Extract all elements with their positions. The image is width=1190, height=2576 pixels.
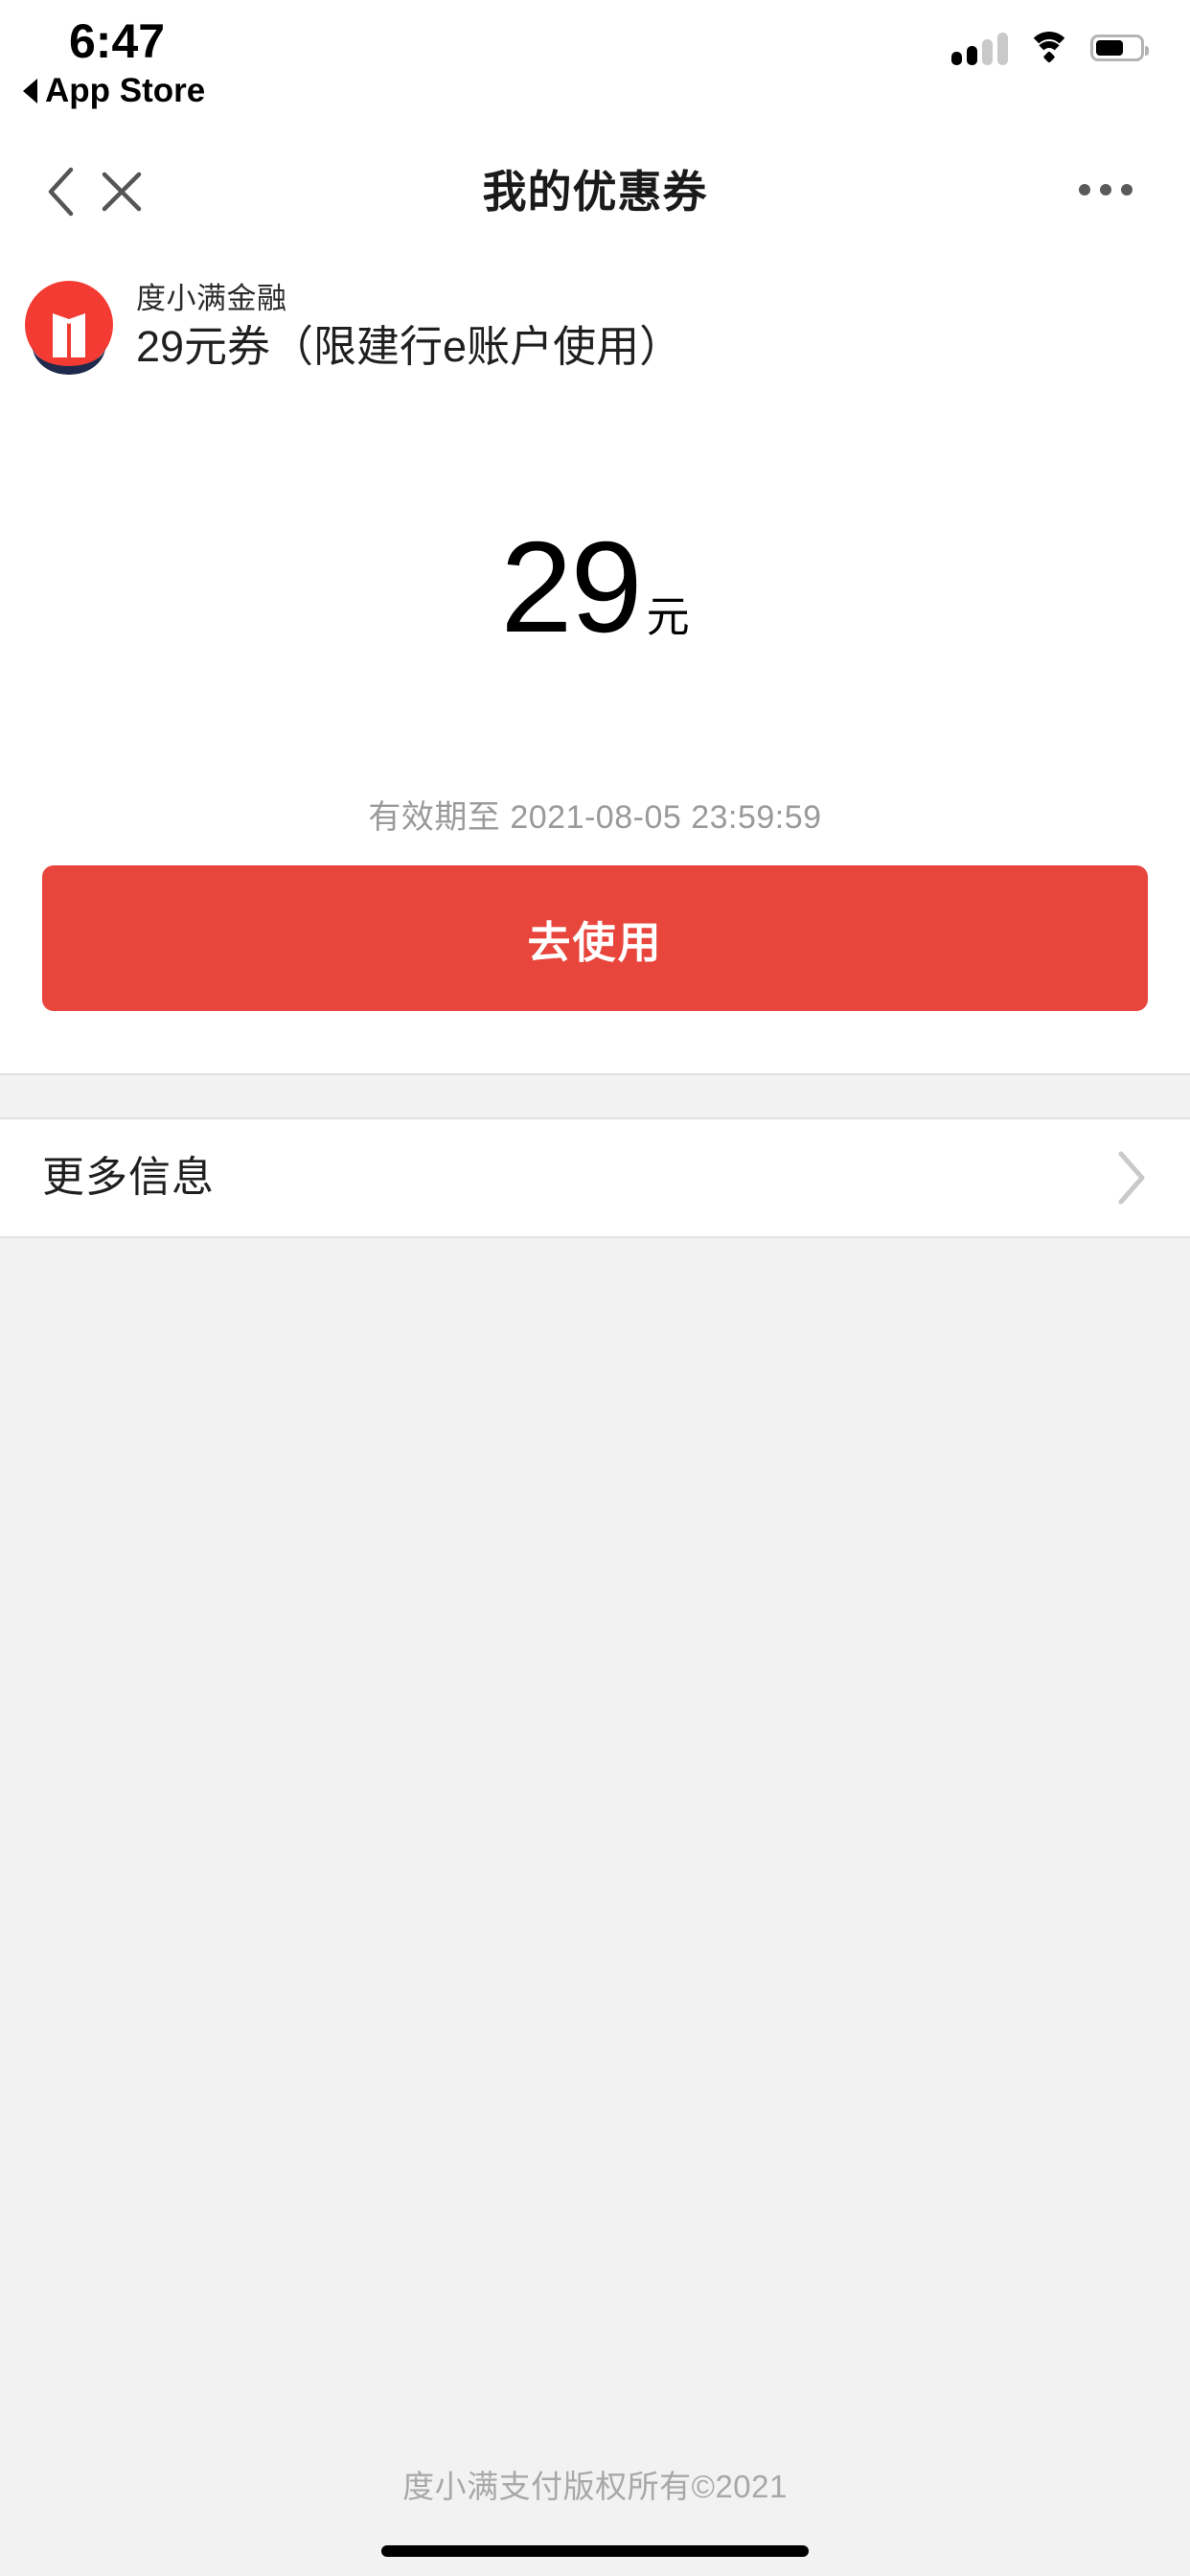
chevron-right-icon [1118, 1151, 1145, 1205]
status-bar: 6:47 App Store [0, 0, 1190, 144]
ellipsis-icon [1121, 184, 1133, 196]
battery-icon [1090, 34, 1149, 61]
duxiaoman-book-logo-icon [25, 281, 113, 375]
more-info-chevron [1115, 1150, 1148, 1210]
wifi-icon [1027, 32, 1071, 64]
coupon-amount: 29 元 [0, 522, 1190, 652]
back-to-app-store-button[interactable]: App Store [23, 72, 205, 110]
close-x-icon [102, 172, 142, 212]
brand-name: 度小满金融 [136, 282, 287, 315]
close-button[interactable] [88, 153, 155, 230]
use-coupon-button[interactable]: 去使用 [42, 865, 1148, 1011]
status-bar-indicators [951, 27, 1149, 69]
logo-navy-arc [33, 346, 105, 375]
coupon-validity: 有效期至 2021-08-05 23:59:59 [368, 799, 822, 836]
coupon-amount-value: 29 [500, 515, 642, 659]
back-button[interactable] [27, 153, 94, 230]
more-info-label: 更多信息 [42, 1154, 215, 1201]
section-separator [0, 1073, 1190, 1119]
chevron-left-icon [48, 167, 74, 217]
ellipsis-icon [1079, 184, 1090, 196]
back-to-app-store-label: App Store [45, 72, 206, 109]
page-title: 我的优惠券 [482, 167, 708, 217]
navigation-bar: 我的优惠券 [0, 144, 1190, 244]
footer-copyright: 度小满支付版权所有©2021 [402, 2469, 788, 2504]
coupon-header: 度小满金融 29元券（限建行e账户使用） [25, 281, 682, 377]
more-options-button[interactable] [1067, 161, 1144, 218]
coupon-header-text: 度小满金融 29元券（限建行e账户使用） [136, 281, 682, 377]
coupon-title: 29元券（限建行e账户使用） [136, 322, 683, 371]
triangle-left-icon [23, 79, 37, 104]
home-indicator[interactable] [381, 2545, 809, 2557]
coupon-card: 度小满金融 29元券（限建行e账户使用） 29 元 有效期至 2021-08-0… [0, 244, 1190, 1073]
ellipsis-icon [1100, 184, 1111, 196]
status-bar-time: 6:47 [69, 14, 166, 68]
coupon-amount-unit: 元 [646, 592, 690, 641]
cellular-signal-icon [951, 31, 1008, 65]
more-info-row[interactable]: 更多信息 [0, 1119, 1190, 1238]
